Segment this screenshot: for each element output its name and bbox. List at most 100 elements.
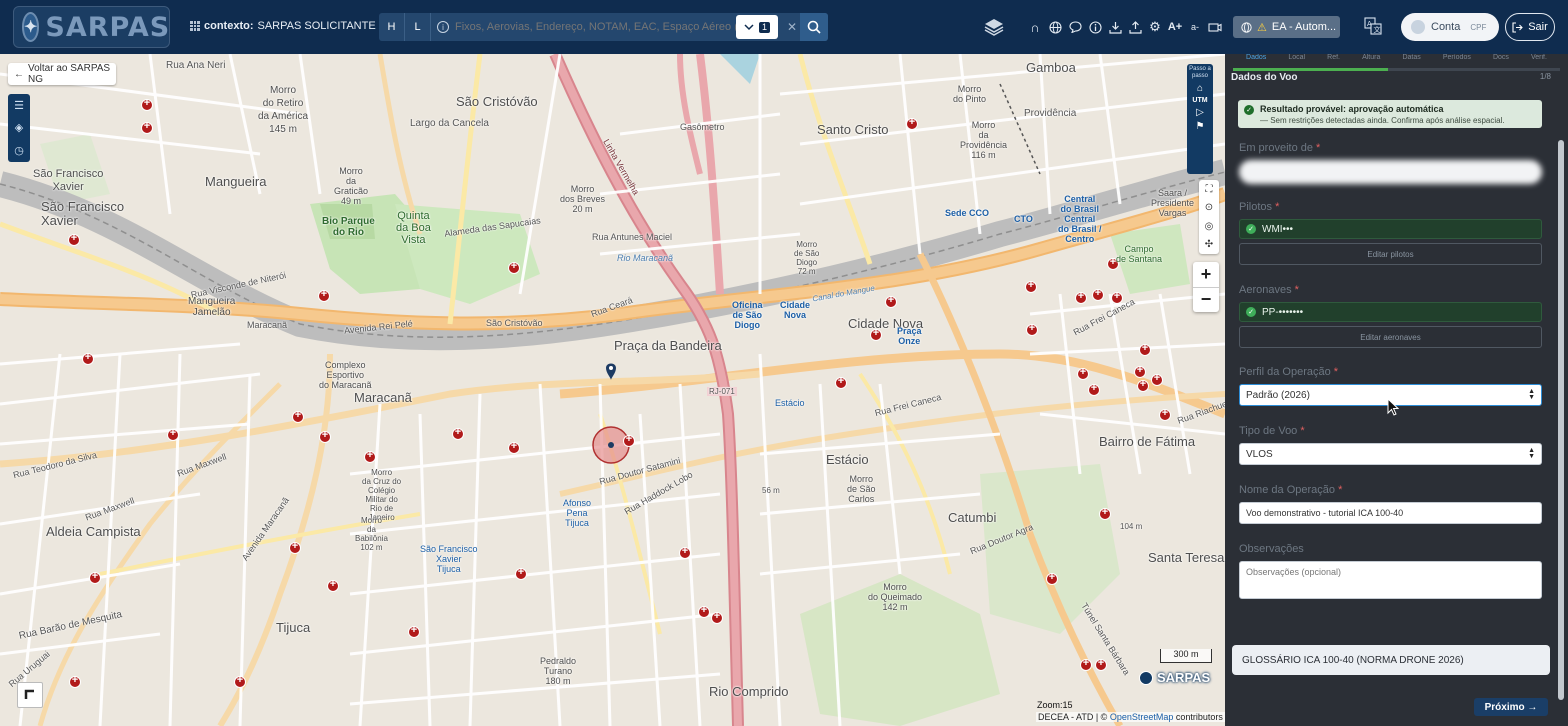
poi-marker[interactable] — [623, 433, 635, 447]
poi-marker[interactable] — [1137, 378, 1149, 392]
layers-stack-icon[interactable]: ◈ — [15, 121, 23, 134]
play-icon[interactable]: ▷ — [1196, 107, 1204, 118]
step-by-step-button[interactable]: Passo a passo — [1187, 66, 1213, 80]
clock-icon[interactable]: ◷ — [14, 144, 24, 157]
font-decrease-icon[interactable]: a- — [1185, 17, 1205, 37]
globe-icon[interactable] — [1045, 17, 1065, 37]
poi-marker[interactable] — [1075, 290, 1087, 304]
poi-marker[interactable] — [167, 427, 179, 441]
poi-marker[interactable] — [711, 610, 723, 624]
poi-marker[interactable] — [835, 375, 847, 389]
poi-marker[interactable] — [68, 232, 80, 246]
gear-icon[interactable]: ⚙ — [1145, 17, 1165, 37]
clear-search-icon[interactable]: ✕ — [784, 20, 800, 34]
wizard-step[interactable]: Períodos — [1443, 54, 1471, 68]
back-to-sarpas-button[interactable]: ← Voltar ao SARPAS NG — [8, 63, 116, 85]
poi-marker[interactable] — [1025, 279, 1037, 293]
poi-marker[interactable] — [1151, 372, 1163, 386]
poi-marker[interactable] — [1139, 342, 1151, 356]
poi-marker[interactable] — [292, 409, 304, 423]
poi-marker[interactable] — [89, 570, 101, 584]
search-input[interactable] — [449, 13, 736, 41]
observacoes-textarea[interactable]: Observações (opcional) — [1239, 561, 1542, 599]
sliders-icon[interactable]: ☰ — [14, 99, 24, 112]
poi-marker[interactable] — [1077, 366, 1089, 380]
glossary-button[interactable]: GLOSSÁRIO ICA 100-40 (NORMA DRONE 2026) — [1232, 645, 1550, 675]
poi-marker[interactable] — [1046, 571, 1058, 585]
poi-marker[interactable] — [319, 429, 331, 443]
poi-marker[interactable] — [906, 116, 918, 130]
search-h-button[interactable]: H — [379, 13, 405, 41]
search-button[interactable] — [800, 13, 828, 41]
locate-icon[interactable]: ◎ — [1205, 221, 1214, 232]
nome-operacao-input[interactable]: Voo demonstrativo - tutorial ICA 100-40 — [1239, 502, 1542, 524]
poi-marker[interactable] — [364, 449, 376, 463]
filter-dropdown-button[interactable]: 1 — [736, 15, 778, 39]
map-view[interactable]: São Cristóvão Rua Ana Neri Morro do Reti… — [0, 54, 1225, 726]
poi-marker[interactable] — [69, 674, 81, 688]
wizard-step[interactable]: Datas — [1402, 54, 1420, 68]
poi-marker[interactable] — [1095, 657, 1107, 671]
poi-marker[interactable] — [408, 624, 420, 638]
download-icon[interactable] — [1105, 17, 1125, 37]
poi-marker[interactable] — [141, 97, 153, 111]
upload-icon[interactable] — [1125, 17, 1145, 37]
edit-pilots-button[interactable]: Editar pilotos — [1239, 243, 1542, 265]
selected-aircraft[interactable]: ✓ PP-••••••• — [1239, 302, 1542, 322]
poi-marker[interactable] — [679, 545, 691, 559]
utm-button[interactable]: UTM — [1192, 97, 1207, 104]
poi-marker[interactable] — [1092, 287, 1104, 301]
sarpas-logo[interactable]: ✦ SARPAS — [13, 6, 170, 48]
osm-link[interactable]: OpenStreetMap — [1110, 712, 1174, 722]
poi-marker[interactable] — [885, 294, 897, 308]
magnet-icon[interactable]: ∩ — [1025, 17, 1045, 37]
wizard-step[interactable]: Local — [1288, 54, 1305, 68]
panel-scrollbar[interactable] — [1558, 140, 1564, 700]
wizard-step[interactable]: Dados — [1246, 54, 1266, 68]
selected-pilot[interactable]: ✓ WMI••• — [1239, 219, 1542, 239]
chat-icon[interactable] — [1065, 17, 1085, 37]
minimap-toggle-button[interactable] — [17, 682, 43, 708]
fullscreen-icon[interactable]: ⛶ — [1206, 184, 1213, 195]
poi-marker[interactable] — [318, 288, 330, 302]
home-icon[interactable]: ⌂ — [1197, 83, 1203, 94]
poi-marker[interactable] — [1026, 322, 1038, 336]
layers-icon[interactable] — [983, 17, 1005, 37]
next-button[interactable]: Próximo → — [1474, 698, 1548, 716]
poi-marker[interactable] — [327, 578, 339, 592]
account-button[interactable]: Conta CPF — [1401, 13, 1499, 41]
wizard-step[interactable]: Ref. — [1327, 54, 1340, 68]
poi-marker[interactable] — [82, 351, 94, 365]
poi-marker[interactable] — [508, 260, 520, 274]
poi-marker[interactable] — [452, 426, 464, 440]
poi-marker[interactable] — [1134, 364, 1146, 378]
edit-aircraft-button[interactable]: Editar aeronaves — [1239, 326, 1542, 348]
search-l-button[interactable]: L — [405, 13, 431, 41]
camera-icon[interactable] — [1205, 17, 1225, 37]
poi-marker[interactable] — [1159, 407, 1171, 421]
info-circle-icon[interactable] — [1085, 17, 1105, 37]
info-icon[interactable]: i — [437, 21, 449, 33]
poi-marker[interactable] — [1080, 657, 1092, 671]
poi-marker[interactable] — [141, 120, 153, 134]
poi-marker[interactable] — [234, 674, 246, 688]
zoom-out-button[interactable]: − — [1193, 288, 1219, 313]
map-flag-icon[interactable]: ⚑ — [1196, 121, 1205, 132]
zoom-in-button[interactable]: + — [1193, 262, 1219, 288]
compass-icon[interactable]: ✣ — [1205, 239, 1213, 250]
logout-button[interactable]: Sair — [1505, 13, 1555, 41]
pin-icon[interactable]: ⊙ — [1205, 202, 1213, 213]
wizard-step[interactable]: Docs — [1493, 54, 1509, 68]
font-increase-icon[interactable]: A+ — [1165, 17, 1185, 37]
wizard-step[interactable]: Altura — [1362, 54, 1380, 68]
poi-marker[interactable] — [698, 604, 710, 618]
em-proveito-field[interactable] — [1239, 160, 1542, 184]
wizard-step[interactable]: Verif. — [1531, 54, 1547, 68]
poi-marker[interactable] — [289, 540, 301, 554]
poi-marker[interactable] — [1099, 506, 1111, 520]
translate-icon[interactable]: A文 — [1363, 16, 1383, 36]
context-indicator[interactable]: contexto: SARPAS SOLICITANTE — [190, 20, 376, 32]
poi-marker[interactable] — [515, 566, 527, 580]
poi-marker[interactable] — [508, 440, 520, 454]
poi-marker[interactable] — [1088, 382, 1100, 396]
